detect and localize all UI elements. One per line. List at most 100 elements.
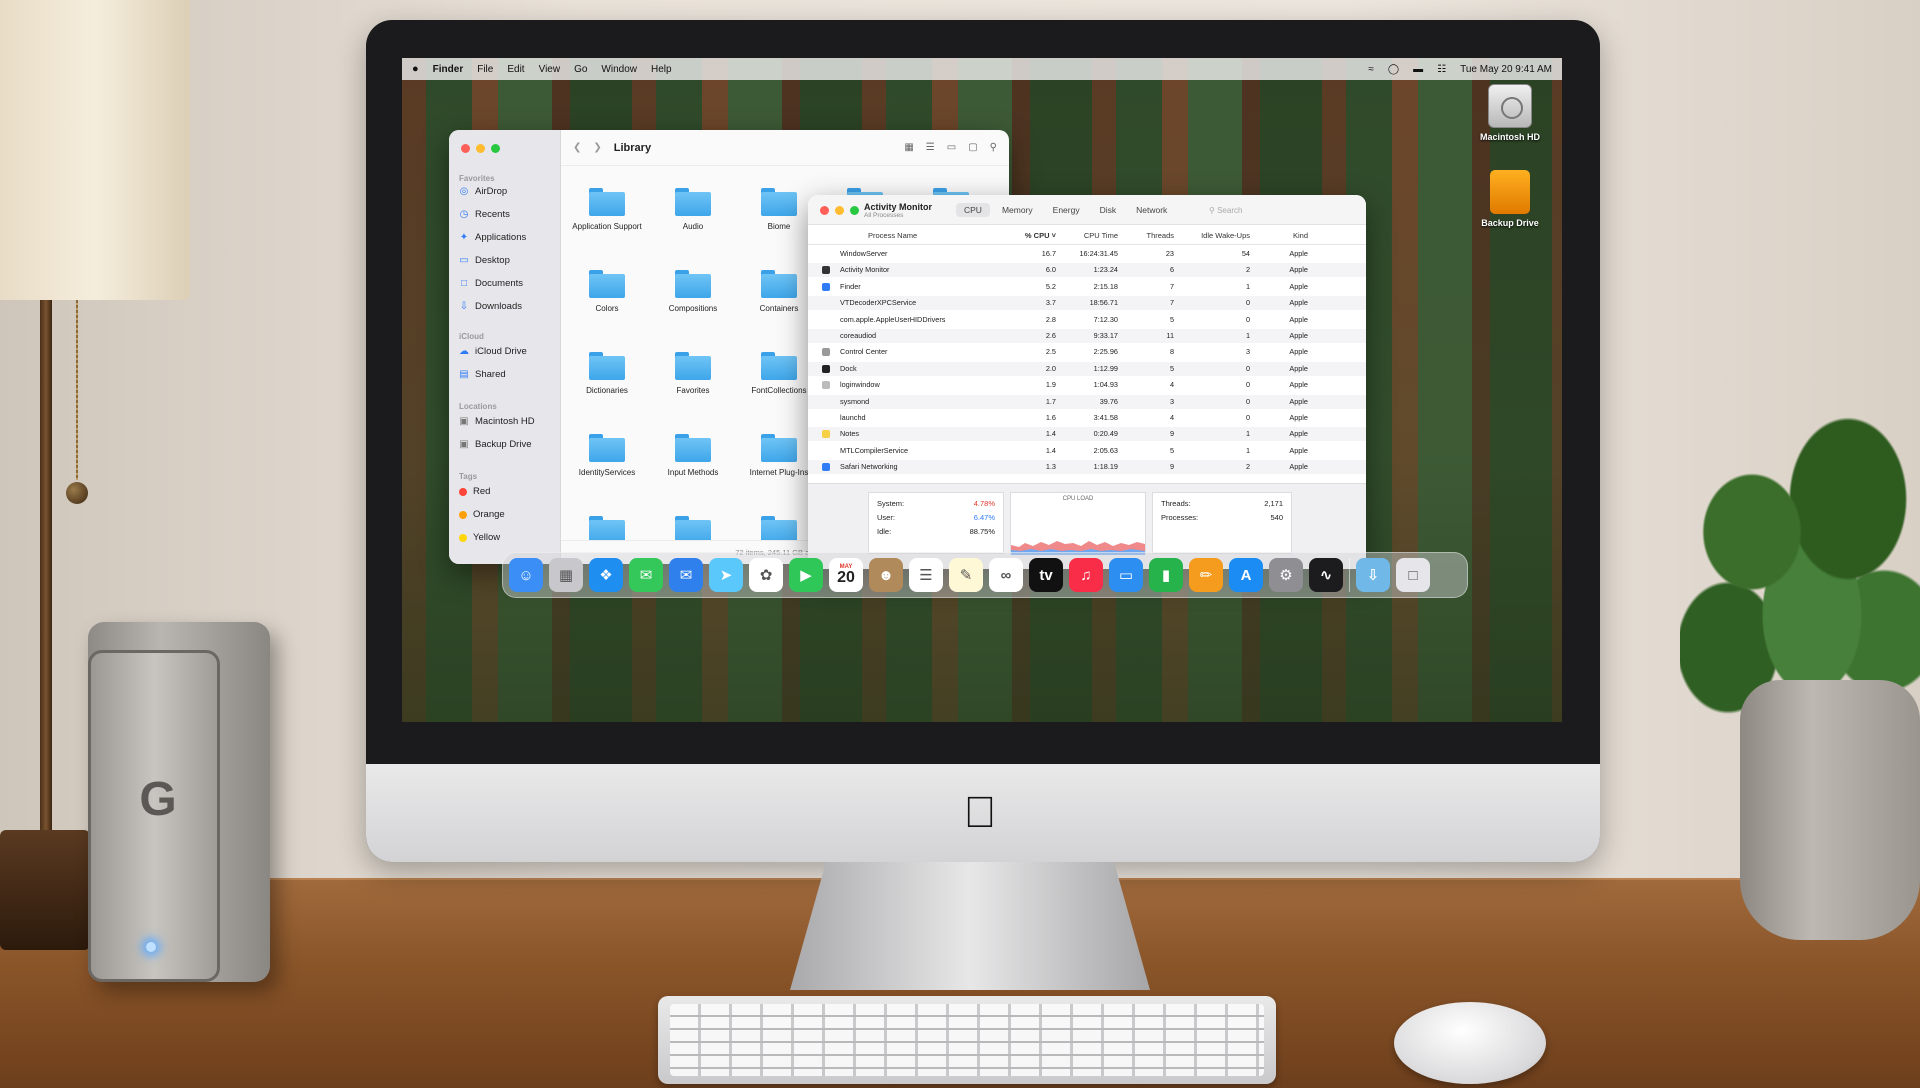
table-row[interactable]: com.apple.AppleUserHIDDrivers 2.8 7:12.30 5… bbox=[808, 313, 1366, 327]
table-row[interactable]: coreaudiod 2.6 9:33.17 11 1 Apple bbox=[808, 329, 1366, 343]
apple-menu-icon[interactable]: ● bbox=[412, 63, 419, 75]
table-row[interactable]: loginwindow 1.9 1:04.93 4 0 Apple bbox=[808, 378, 1366, 392]
menu-help[interactable]: Help bbox=[651, 64, 672, 75]
window-subtitle[interactable]: All Processes bbox=[864, 212, 903, 219]
table-row[interactable]: Notes 1.4 0:20.49 9 1 Apple bbox=[808, 427, 1366, 442]
table-row[interactable]: sysmond 1.7 39.76 3 0 Apple bbox=[808, 394, 1366, 409]
table-row[interactable]: Dock 2.0 1:12.99 5 0 Apple bbox=[808, 361, 1366, 376]
sidebar-item-shared[interactable]: ▤ Shared bbox=[459, 369, 505, 380]
column-header-idle-wake-ups[interactable]: Idle Wake-Ups bbox=[1188, 231, 1250, 240]
sidebar-item-icloud-drive[interactable]: ☁ iCloud Drive bbox=[459, 346, 527, 357]
table-row[interactable]: WindowServer 16.7 16:24:31.45 23 54 Apple bbox=[808, 247, 1366, 261]
folder-item[interactable]: Compositions bbox=[651, 270, 735, 313]
search-icon[interactable]: ⚲ bbox=[990, 142, 997, 153]
calendar-app-icon[interactable]: MAY 20 bbox=[829, 558, 863, 592]
music-app-icon[interactable]: ♫ bbox=[1069, 558, 1103, 592]
sidebar-item-applications[interactable]: ✦ Applications bbox=[459, 232, 526, 243]
keynote-app-icon[interactable]: ▭ bbox=[1109, 558, 1143, 592]
forward-chevron-icon[interactable]: ❯ bbox=[593, 142, 601, 153]
zoom-button[interactable] bbox=[491, 144, 500, 153]
table-row[interactable]: MTLCompilerService 1.4 2:05.63 5 1 Apple bbox=[808, 444, 1366, 458]
sidebar-item-macintosh-hd[interactable]: ▣ Macintosh HD bbox=[459, 416, 534, 427]
sidebar-tag-red[interactable]: Red bbox=[459, 486, 490, 497]
notes-app-icon[interactable]: ✎ bbox=[949, 558, 983, 592]
folder-item[interactable]: Favorites bbox=[651, 352, 735, 395]
menu-edit[interactable]: Edit bbox=[507, 64, 524, 75]
system-settings-app-icon[interactable]: ⚙ bbox=[1269, 558, 1303, 592]
mail-app-icon[interactable]: ✉ bbox=[669, 558, 703, 592]
sidebar-item-desktop[interactable]: ▭ Desktop bbox=[459, 255, 510, 266]
sidebar-tag-orange[interactable]: Orange bbox=[459, 509, 505, 520]
wifi-icon[interactable]: ≈ bbox=[1368, 64, 1374, 75]
safari-app-icon[interactable]: ❖ bbox=[589, 558, 623, 592]
facetime-app-icon[interactable]: ▶ bbox=[789, 558, 823, 592]
tab-disk[interactable]: Disk bbox=[1092, 203, 1125, 217]
table-row[interactable]: VTDecoderXPCService 3.7 18:56.71 7 0 Apple bbox=[808, 296, 1366, 311]
pages-app-icon[interactable]: ✏ bbox=[1189, 558, 1223, 592]
downloads-folder-icon[interactable]: ⇩ bbox=[1356, 558, 1390, 592]
sidebar-item-recents[interactable]: ◷ Recents bbox=[459, 209, 510, 220]
folder-item[interactable]: Colors bbox=[565, 270, 649, 313]
close-button[interactable] bbox=[461, 144, 470, 153]
contacts-app-icon[interactable]: ☻ bbox=[869, 558, 903, 592]
sidebar-item-downloads[interactable]: ⇩ Downloads bbox=[459, 301, 522, 312]
freeform-app-icon[interactable]: ∞ bbox=[989, 558, 1023, 592]
sidebar-item-documents[interactable]: □ Documents bbox=[459, 278, 523, 289]
tab-memory[interactable]: Memory bbox=[994, 203, 1041, 217]
folder-item[interactable]: Dictionaries bbox=[565, 352, 649, 395]
gallery-view-icon[interactable]: ▭ bbox=[947, 142, 956, 153]
sidebar-item-airdrop[interactable]: ◎ AirDrop bbox=[459, 186, 508, 197]
column-header-threads[interactable]: Threads bbox=[1124, 231, 1174, 240]
back-chevron-icon[interactable]: ❮ bbox=[573, 142, 581, 153]
tv-app-icon[interactable]: tv bbox=[1029, 558, 1063, 592]
folder-item[interactable]: Audio bbox=[651, 188, 735, 231]
column-header-cpu-time[interactable]: CPU Time bbox=[1058, 231, 1118, 240]
sidebar-tag-yellow[interactable]: Yellow bbox=[459, 532, 500, 543]
group-by-icon[interactable]: ☰ bbox=[926, 142, 935, 153]
table-row[interactable]: Control Center 2.5 2:25.96 8 3 Apple bbox=[808, 345, 1366, 359]
folder-item[interactable] bbox=[565, 516, 649, 540]
search-field[interactable]: ⚲ Search bbox=[1203, 203, 1353, 219]
table-row[interactable]: Finder 5.2 2:15.18 7 1 Apple bbox=[808, 280, 1366, 294]
column-header-cpu[interactable]: % CPU ˅ bbox=[986, 231, 1056, 240]
share-icon[interactable]: ▢ bbox=[968, 142, 977, 153]
close-button[interactable] bbox=[820, 206, 829, 215]
column-header-process-name[interactable]: Process Name bbox=[868, 231, 917, 240]
trash-icon[interactable]: □ bbox=[1396, 558, 1430, 592]
sidebar-item-backup-drive[interactable]: ▣ Backup Drive bbox=[459, 439, 531, 450]
battery-icon[interactable]: ▬ bbox=[1413, 64, 1423, 75]
table-row[interactable]: Safari Networking 1.3 1:18.19 9 2 Apple bbox=[808, 460, 1366, 475]
menu-view[interactable]: View bbox=[539, 64, 561, 75]
column-header-kind[interactable]: Kind bbox=[1268, 231, 1308, 240]
activity-monitor-app-icon[interactable]: ∿ bbox=[1309, 558, 1343, 592]
grid-view-icon[interactable]: ▦ bbox=[904, 142, 913, 153]
folder-item[interactable] bbox=[651, 516, 735, 540]
maps-app-icon[interactable]: ➤ bbox=[709, 558, 743, 592]
finder-app-icon[interactable]: ☺ bbox=[509, 558, 543, 592]
numbers-app-icon[interactable]: ▮ bbox=[1149, 558, 1183, 592]
menu-app-name[interactable]: Finder bbox=[433, 64, 464, 75]
control-center-icon[interactable]: ☷ bbox=[1437, 64, 1446, 75]
desktop-icon-macintosh-hd[interactable]: Macintosh HD bbox=[1470, 84, 1550, 142]
menu-file[interactable]: File bbox=[477, 64, 493, 75]
tab-network[interactable]: Network bbox=[1128, 203, 1175, 217]
desktop-icon-backup-drive[interactable]: Backup Drive bbox=[1470, 170, 1550, 228]
folder-item[interactable]: IdentityServices bbox=[565, 434, 649, 477]
minimize-button[interactable] bbox=[835, 206, 844, 215]
folder-item[interactable]: Application Support bbox=[565, 188, 649, 231]
photos-app-icon[interactable]: ✿ bbox=[749, 558, 783, 592]
menu-go[interactable]: Go bbox=[574, 64, 587, 75]
table-row[interactable]: launchd 1.6 3:41.58 4 0 Apple bbox=[808, 411, 1366, 425]
zoom-button[interactable] bbox=[850, 206, 859, 215]
menu-date-time[interactable]: Tue May 20 9:41 AM bbox=[1460, 64, 1552, 75]
minimize-button[interactable] bbox=[476, 144, 485, 153]
clock-status-icon[interactable]: ◯ bbox=[1388, 64, 1399, 75]
reminders-app-icon[interactable]: ☰ bbox=[909, 558, 943, 592]
table-row[interactable]: Activity Monitor 6.0 1:23.24 6 2 Apple bbox=[808, 263, 1366, 278]
tab-energy[interactable]: Energy bbox=[1045, 203, 1088, 217]
messages-app-icon[interactable]: ✉ bbox=[629, 558, 663, 592]
app-store-app-icon[interactable]: A bbox=[1229, 558, 1263, 592]
folder-item[interactable]: Input Methods bbox=[651, 434, 735, 477]
menu-window[interactable]: Window bbox=[601, 64, 637, 75]
tab-cpu[interactable]: CPU bbox=[956, 203, 990, 217]
